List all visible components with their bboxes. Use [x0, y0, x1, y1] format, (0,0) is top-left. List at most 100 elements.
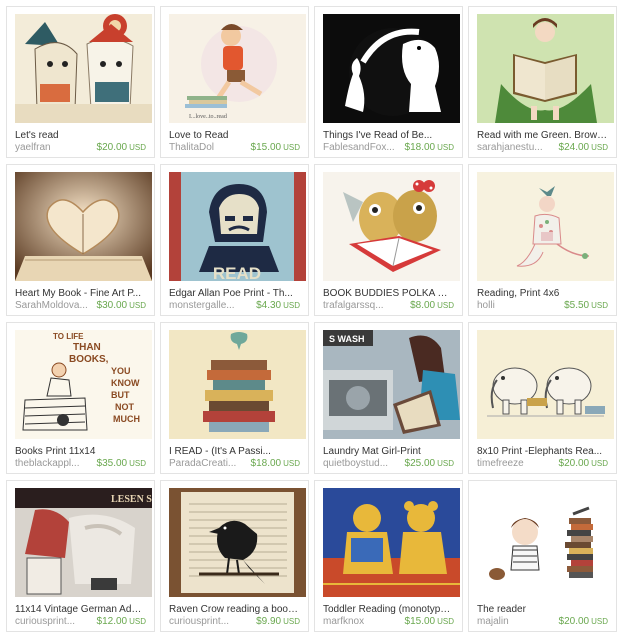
- listing-card[interactable]: TO LIFE THAN BOOKS, YOU KNOW BUT NOT MUC…: [6, 322, 155, 474]
- price-currency: USD: [129, 301, 146, 310]
- listing-card[interactable]: Reading, Print 4x6 holli $5.50 USD: [468, 164, 617, 316]
- listing-image[interactable]: [169, 330, 306, 439]
- price-amount: $25.00: [404, 458, 436, 469]
- listing-price: $18.00 USD: [405, 142, 454, 154]
- listing-card[interactable]: READ Edgar Allan Poe Print - Th... monst…: [160, 164, 309, 316]
- listing-image[interactable]: TO LIFE THAN BOOKS, YOU KNOW BUT NOT MUC…: [15, 330, 152, 439]
- listing-title[interactable]: BOOK BUDDIES POLKA DOT: [323, 288, 454, 300]
- listing-title[interactable]: Read with me Green. Brown ...: [477, 130, 608, 142]
- listing-card[interactable]: LESEN SIE 11x14 Vintage German Adver... …: [6, 480, 155, 632]
- listing-card[interactable]: Raven Crow reading a book ... curiouspri…: [160, 480, 309, 632]
- listing-price: $5.50 USD: [564, 300, 608, 312]
- listing-title[interactable]: Heart My Book - Fine Art P...: [15, 288, 146, 300]
- price-amount: $24.00: [558, 142, 590, 153]
- price-amount: $18.00: [404, 142, 436, 153]
- listing-title[interactable]: Love to Read: [169, 130, 300, 142]
- price-amount: $20.00: [558, 458, 590, 469]
- price-amount: $12.00: [96, 616, 128, 627]
- listing-card[interactable]: Heart My Book - Fine Art P... SarahMoldo…: [6, 164, 155, 316]
- image-lettering: BUT: [111, 390, 130, 400]
- listing-price: $35.00 USD: [97, 458, 146, 470]
- listing-price: $15.00 USD: [405, 616, 454, 628]
- shop-name[interactable]: holli: [477, 300, 495, 312]
- shop-name[interactable]: monstergalle...: [169, 300, 235, 312]
- listing-price: $12.00 USD: [97, 616, 146, 628]
- listing-image[interactable]: [15, 14, 152, 123]
- shop-name[interactable]: curiousprint...: [15, 616, 75, 628]
- shop-name[interactable]: curiousprint...: [169, 616, 229, 628]
- price-currency: USD: [591, 617, 608, 626]
- listing-title[interactable]: 11x14 Vintage German Adver...: [15, 604, 146, 616]
- listing-image[interactable]: READ: [169, 172, 306, 281]
- listing-price: $20.00 USD: [559, 458, 608, 470]
- price-currency: USD: [129, 459, 146, 468]
- listing-title[interactable]: Toddler Reading (monotype ...: [323, 604, 454, 616]
- price-currency: USD: [437, 301, 454, 310]
- shop-name[interactable]: FablesandFox...: [323, 142, 395, 154]
- shop-name[interactable]: yaelfran: [15, 142, 51, 154]
- listing-card[interactable]: BOOK BUDDIES POLKA DOT trafalgarssq... $…: [314, 164, 463, 316]
- price-currency: USD: [129, 143, 146, 152]
- listing-price: $4.30 USD: [256, 300, 300, 312]
- shop-name[interactable]: majalin: [477, 616, 509, 628]
- price-currency: USD: [437, 459, 454, 468]
- listing-title[interactable]: Things I've Read of Be...: [323, 130, 454, 142]
- price-amount: $20.00: [558, 616, 590, 627]
- listing-image[interactable]: [477, 172, 614, 281]
- listing-price: $18.00 USD: [251, 458, 300, 470]
- listing-price: $15.00 USD: [251, 142, 300, 154]
- listing-image[interactable]: [477, 330, 614, 439]
- listing-title[interactable]: The reader: [477, 604, 608, 616]
- listing-card[interactable]: Things I've Read of Be... FablesandFox..…: [314, 6, 463, 158]
- listing-image[interactable]: [323, 172, 460, 281]
- price-amount: $35.00: [96, 458, 128, 469]
- listing-title[interactable]: Laundry Mat Girl-Print: [323, 446, 454, 458]
- shop-name[interactable]: ParadaCreati...: [169, 458, 236, 470]
- price-currency: USD: [283, 301, 300, 310]
- price-currency: USD: [129, 617, 146, 626]
- listing-title[interactable]: Books Print 11x14: [15, 446, 146, 458]
- listing-image[interactable]: [323, 488, 460, 597]
- shop-name[interactable]: sarahjanestu...: [477, 142, 543, 154]
- listing-title[interactable]: Let's read: [15, 130, 146, 142]
- listing-image[interactable]: I...love..to..read: [169, 14, 306, 123]
- listing-card[interactable]: 8x10 Print -Elephants Rea... timefreeze …: [468, 322, 617, 474]
- listing-image[interactable]: [15, 172, 152, 281]
- shop-name[interactable]: marfknox: [323, 616, 364, 628]
- price-amount: $4.30: [256, 300, 282, 311]
- listing-card[interactable]: Toddler Reading (monotype ... marfknox $…: [314, 480, 463, 632]
- listing-card[interactable]: The reader majalin $20.00 USD: [468, 480, 617, 632]
- listing-image[interactable]: [477, 488, 614, 597]
- listing-title[interactable]: I READ - (It's A Passi...: [169, 446, 300, 458]
- listing-price: $25.00 USD: [405, 458, 454, 470]
- listing-price: $9.90 USD: [256, 616, 300, 628]
- shop-name[interactable]: theblackappl...: [15, 458, 80, 470]
- listing-price: $30.00 USD: [97, 300, 146, 312]
- listing-card[interactable]: Let's read yaelfran $20.00 USD: [6, 6, 155, 158]
- listing-card[interactable]: S WASH Laundry Mat Girl-Print quietboyst…: [314, 322, 463, 474]
- price-currency: USD: [437, 617, 454, 626]
- listing-card[interactable]: I...love..to..read Love to Read ThalitaD…: [160, 6, 309, 158]
- treasury-grid: Let's read yaelfran $20.00 USD I...love..…: [6, 6, 617, 632]
- listing-title[interactable]: Raven Crow reading a book ...: [169, 604, 300, 616]
- listing-title[interactable]: Edgar Allan Poe Print - Th...: [169, 288, 300, 300]
- shop-name[interactable]: SarahMoldova...: [15, 300, 88, 312]
- listing-image[interactable]: [477, 14, 614, 123]
- listing-image[interactable]: S WASH: [323, 330, 460, 439]
- price-currency: USD: [283, 459, 300, 468]
- listing-price: $8.00 USD: [410, 300, 454, 312]
- shop-name[interactable]: ThalitaDol: [169, 142, 214, 154]
- price-currency: USD: [591, 143, 608, 152]
- listing-image[interactable]: [169, 488, 306, 597]
- price-amount: $5.50: [564, 300, 590, 311]
- shop-name[interactable]: quietboystud...: [323, 458, 388, 470]
- listing-title[interactable]: Reading, Print 4x6: [477, 288, 608, 300]
- listing-image[interactable]: LESEN SIE: [15, 488, 152, 597]
- price-amount: $18.00: [250, 458, 282, 469]
- listing-card[interactable]: I READ - (It's A Passi... ParadaCreati..…: [160, 322, 309, 474]
- listing-title[interactable]: 8x10 Print -Elephants Rea...: [477, 446, 608, 458]
- shop-name[interactable]: trafalgarssq...: [323, 300, 384, 312]
- shop-name[interactable]: timefreeze: [477, 458, 524, 470]
- listing-card[interactable]: Read with me Green. Brown ... sarahjanes…: [468, 6, 617, 158]
- listing-image[interactable]: [323, 14, 460, 123]
